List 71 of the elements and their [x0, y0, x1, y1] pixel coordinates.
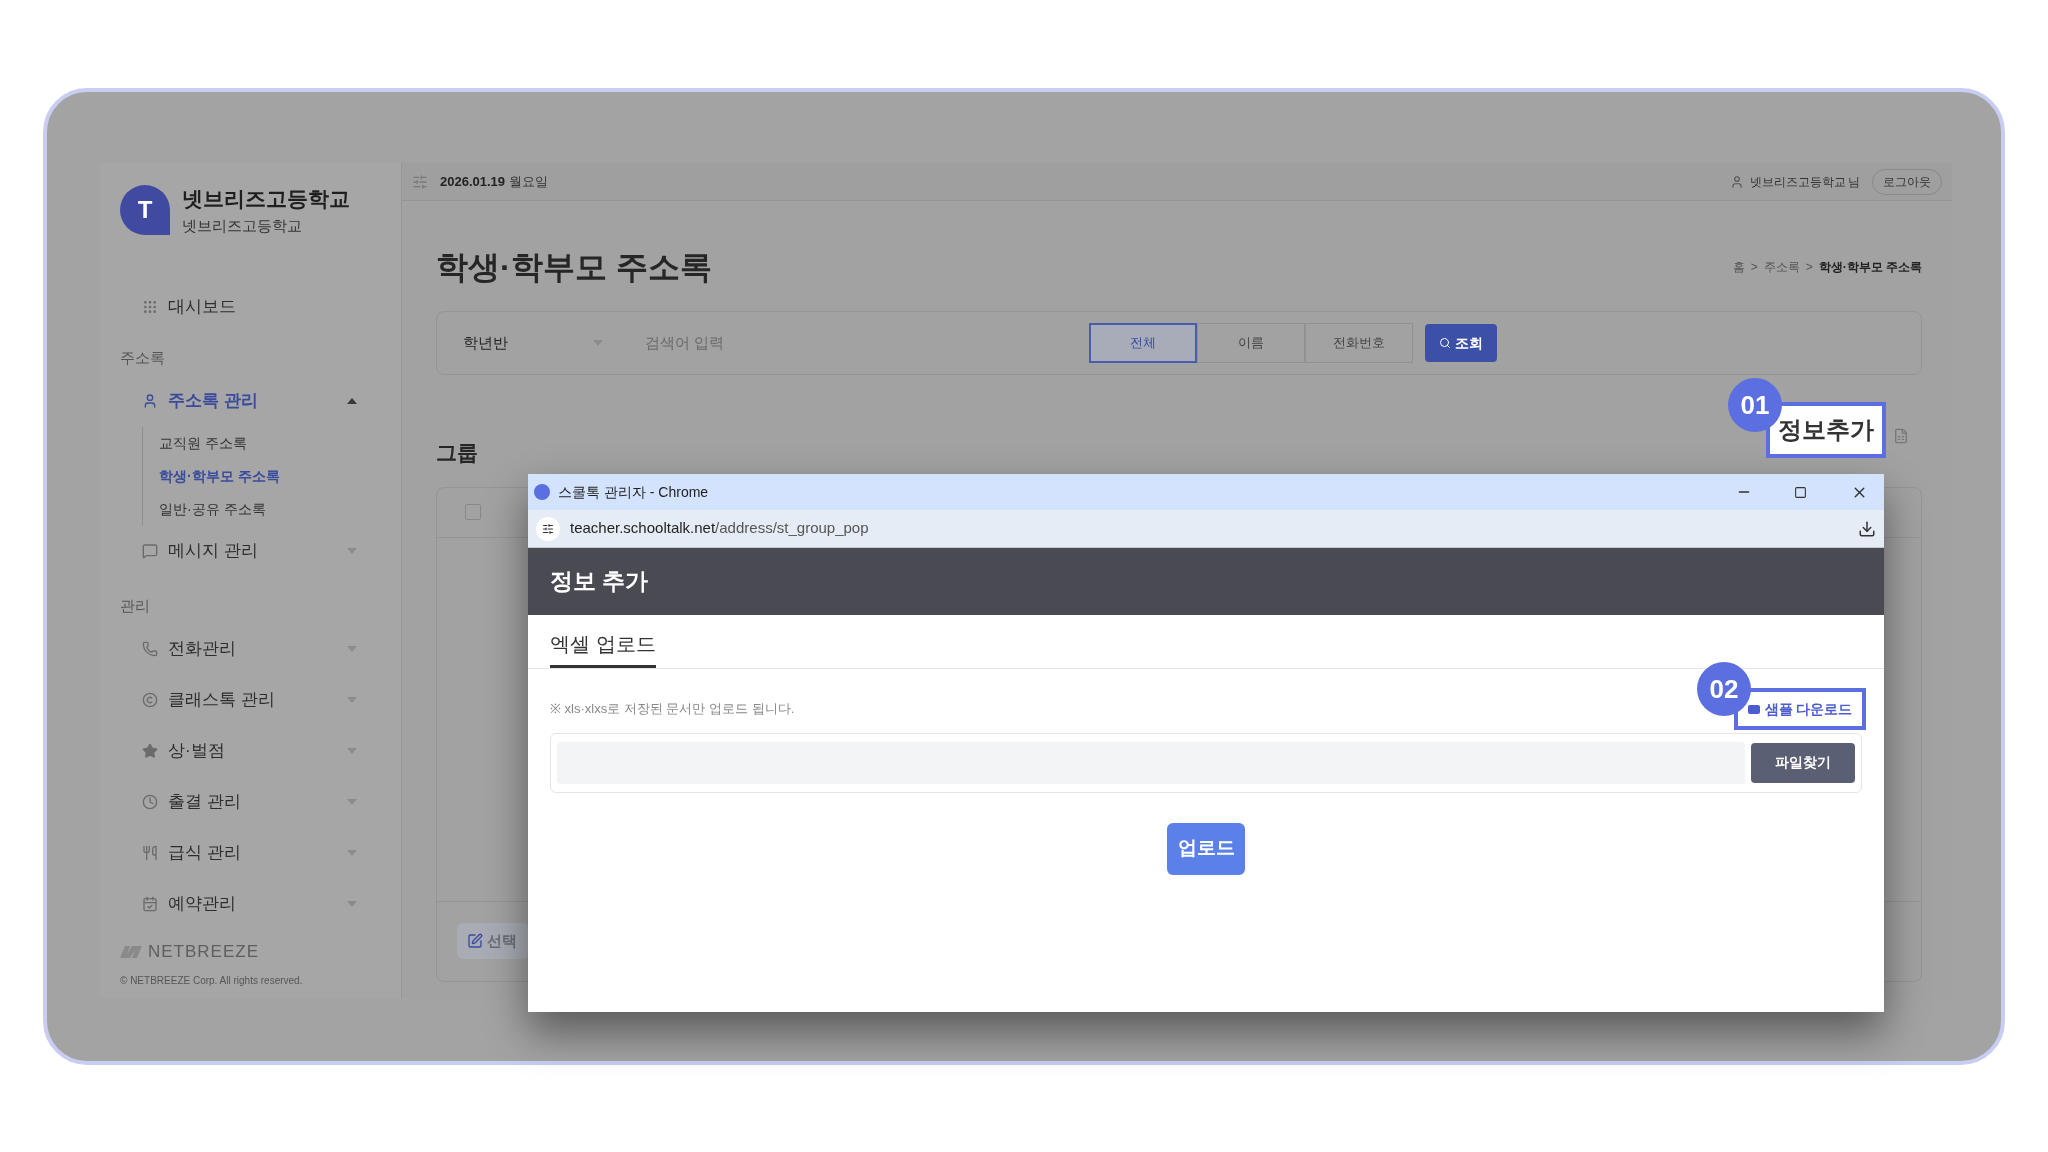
caret-icon — [347, 548, 357, 554]
user-icon — [1730, 174, 1744, 189]
browse-file-button[interactable]: 파일찾기 — [1751, 742, 1855, 783]
school-name: 넷브리즈고등학교 — [182, 186, 350, 212]
filter-tab[interactable]: 전체 — [1089, 323, 1197, 363]
clock-icon — [142, 793, 158, 810]
nav-subitem[interactable]: 학생·학부모 주소록 — [159, 459, 381, 493]
phone-icon — [142, 640, 158, 657]
sliders-icon — [542, 522, 554, 535]
brand-logo-icon — [120, 945, 142, 958]
app-logo-icon — [534, 484, 550, 500]
copyright-text: © NETBREEZE Corp. All rights reserved. — [120, 973, 304, 988]
nav-item[interactable]: 출결 관리 — [120, 776, 381, 827]
site-settings-icon[interactable] — [536, 516, 560, 541]
tab[interactable]: 엑셀 업로드 — [550, 629, 656, 668]
c-circle-icon — [142, 691, 158, 708]
caret-icon — [347, 747, 357, 754]
upload-button[interactable]: 업로드 — [1167, 822, 1245, 875]
breadcrumb-item[interactable]: 주소록 — [1763, 258, 1800, 276]
nav-section-heading: 관리 — [120, 595, 151, 616]
page-title: 학생·학부모 주소록 — [436, 248, 712, 287]
filter-tab[interactable]: 이름 — [1197, 323, 1305, 363]
upload-note: ※ xls·xlxs로 저장된 문서만 업로드 됩니다. — [550, 700, 795, 718]
nav-item[interactable]: 상·벌점 — [120, 725, 381, 776]
search-button[interactable]: 조회 — [1425, 324, 1497, 362]
window-title: 스쿨톡 관리자 - Chrome — [558, 482, 709, 502]
brand-name: NETBREEZE — [148, 941, 260, 963]
grade-class-dropdown[interactable]: 학년반 — [463, 331, 603, 355]
filter-tab[interactable]: 전화번호 — [1305, 323, 1413, 363]
school-subtitle: 넷브리즈고등학교 — [182, 215, 303, 236]
breadcrumb-separator: > — [1750, 259, 1758, 276]
breadcrumb-separator: > — [1805, 259, 1813, 276]
nav-item[interactable]: 클래스톡 관리 — [120, 674, 381, 725]
weekday-text: 월요일 — [509, 172, 549, 191]
section-title: 그룹 — [436, 440, 479, 466]
breadcrumb-item: 학생·학부모 주소록 — [1818, 259, 1922, 276]
maximize-icon[interactable] — [1794, 485, 1807, 499]
edit-icon — [467, 933, 483, 949]
popup-header: 정보 추가 — [528, 548, 1884, 615]
nav-section-heading: 주소록 — [120, 348, 166, 368]
caret-icon — [347, 398, 357, 404]
logo-avatar: T — [120, 185, 170, 235]
step-badge: 02 — [1697, 662, 1751, 716]
nav-item[interactable]: 대시보드 — [120, 285, 381, 329]
breadcrumb-item[interactable]: 홈 — [1732, 258, 1745, 276]
user-name: 넷브리즈고등학교 — [1750, 173, 1846, 191]
person-icon — [142, 393, 158, 409]
nav-subitem[interactable]: 일반·공유 주소록 — [159, 492, 381, 526]
message-icon — [142, 543, 158, 559]
caret-icon — [347, 900, 357, 907]
caret-icon — [347, 849, 357, 856]
nav-item[interactable]: 메시지 관리 — [120, 525, 381, 577]
caret-icon — [347, 798, 357, 805]
nav-item[interactable]: 주소록 관리 — [120, 375, 381, 427]
date-text: 2026.01.19 — [440, 172, 506, 191]
nav-item[interactable]: 급식 관리 — [120, 827, 381, 878]
search-icon — [1439, 337, 1451, 349]
download-icon[interactable] — [1858, 519, 1876, 538]
url-text[interactable]: teacher.schooltalk.net/address/st_group_pop — [570, 517, 869, 540]
utensils-icon — [142, 844, 158, 861]
calendar-icon — [142, 895, 158, 912]
star-icon — [142, 742, 158, 759]
caret-icon — [347, 696, 357, 703]
file-icon — [1747, 704, 1760, 714]
grid-icon — [142, 299, 158, 315]
caret-icon — [347, 645, 357, 652]
nav-item[interactable]: 예약관리 — [120, 878, 381, 929]
user-suffix: 님 — [1848, 173, 1860, 191]
nav-subitem[interactable]: 교직원 주소록 — [159, 426, 381, 460]
select-all-checkbox[interactable] — [465, 504, 481, 520]
nav-item[interactable]: 전화관리 — [120, 623, 381, 674]
